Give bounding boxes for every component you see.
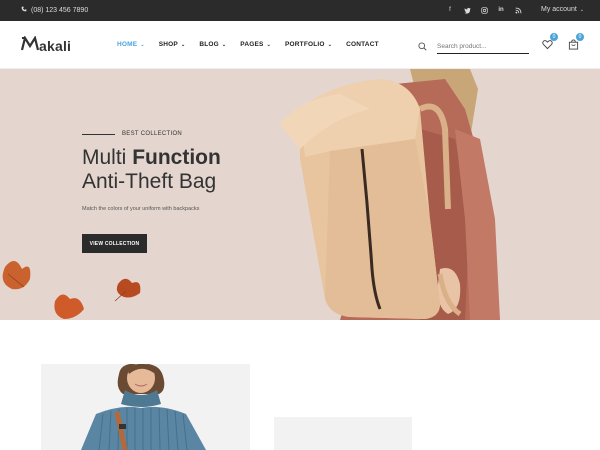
search-bar — [418, 38, 529, 56]
linkedin-icon[interactable]: in — [497, 5, 505, 15]
cart-count-badge: 0 — [576, 33, 584, 41]
nav-item-shop[interactable]: SHOP ⌄ — [159, 41, 186, 48]
nav-item-label: PAGES — [240, 41, 264, 48]
wishlist-count-badge: 0 — [550, 33, 558, 41]
view-collection-button[interactable]: VIEW COLLECTION — [82, 234, 147, 253]
main-nav: HOME ⌄ SHOP ⌄ BLOG ⌄ PAGES ⌄ PORTFOLIO ⌄… — [117, 41, 393, 48]
nav-item-contact[interactable]: CONTACT — [346, 41, 379, 48]
hero-title-line2: Anti-Theft Bag — [82, 170, 217, 193]
chevron-down-icon: ⌄ — [180, 41, 186, 48]
facebook-icon[interactable]: f — [446, 5, 454, 15]
nav-item-portfolio[interactable]: PORTFOLIO ⌄ — [285, 41, 332, 48]
hero-description: Match the colors of your uniform with ba… — [82, 206, 200, 212]
chevron-down-icon: ⌄ — [221, 41, 227, 48]
phone-number: (08) 123 456 7890 — [31, 6, 89, 14]
cart-button[interactable]: 0 — [568, 33, 584, 50]
main-header: akali HOME ⌄ SHOP ⌄ BLOG ⌄ PAGES ⌄ PORTF… — [0, 21, 600, 69]
nav-item-label: CONTACT — [346, 41, 379, 48]
nav-item-pages[interactable]: PAGES ⌄ — [240, 41, 271, 48]
tag-divider — [82, 133, 115, 135]
product-image — [41, 364, 250, 450]
my-account-menu[interactable]: My account ⌄ — [541, 6, 584, 13]
nav-item-label: HOME — [117, 41, 138, 48]
product-card[interactable] — [274, 417, 412, 450]
hero-title-light: Multi — [82, 146, 133, 169]
search-input[interactable] — [437, 40, 529, 54]
nav-item-home[interactable]: HOME ⌄ — [117, 41, 145, 48]
phone-contact[interactable]: (08) 123 456 7890 — [21, 6, 88, 14]
twitter-icon[interactable] — [463, 5, 471, 15]
social-links: f in — [446, 5, 522, 15]
nav-item-blog[interactable]: BLOG ⌄ — [199, 41, 226, 48]
header-icons: 0 0 — [542, 33, 584, 50]
hero-tag-label: BEST COLLECTION — [122, 131, 183, 137]
nav-item-label: PORTFOLIO — [284, 41, 325, 48]
chevron-down-icon: ⌄ — [579, 6, 584, 13]
logo[interactable]: akali — [20, 35, 72, 56]
rss-icon[interactable] — [514, 5, 522, 15]
chevron-down-icon: ⌄ — [327, 41, 333, 48]
nav-item-label: BLOG — [199, 41, 219, 48]
chevron-down-icon: ⌄ — [266, 41, 271, 48]
wishlist-button[interactable]: 0 — [542, 33, 558, 50]
my-account-label: My account — [541, 6, 577, 13]
hero-title-bold: Function — [132, 146, 221, 169]
product-card[interactable] — [41, 364, 250, 450]
hero-title-line1: Multi Function — [82, 146, 221, 170]
hero-tag: BEST COLLECTION — [82, 131, 182, 137]
search-icon[interactable] — [418, 38, 427, 56]
instagram-icon[interactable] — [480, 5, 488, 15]
chevron-down-icon: ⌄ — [140, 41, 145, 48]
top-bar: (08) 123 456 7890 f in My account ⌄ — [0, 0, 600, 21]
hero-image — [2, 69, 500, 320]
logo-mark-icon — [20, 35, 40, 56]
hero-banner: BEST COLLECTION Multi Function Anti-Thef… — [0, 69, 600, 320]
nav-item-label: SHOP — [158, 41, 178, 48]
logo-text: akali — [39, 38, 72, 54]
phone-icon — [21, 6, 27, 14]
